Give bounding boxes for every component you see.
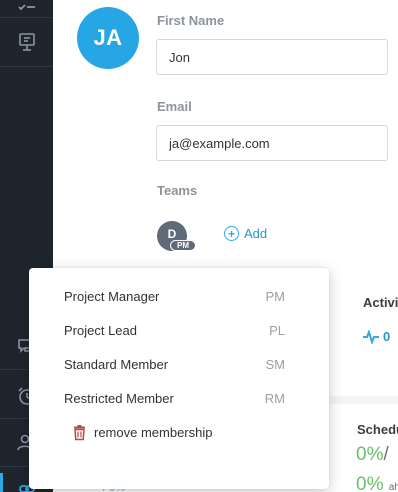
remove-membership-label: remove membership — [94, 425, 213, 440]
menu-item-label: Restricted Member — [64, 390, 174, 406]
activity-title: Activi — [363, 295, 398, 310]
avatar: JA — [77, 7, 139, 69]
schedule-percent-2: 0% ah — [356, 474, 398, 492]
pulse-icon — [363, 329, 379, 344]
menu-item-label: Standard Member — [64, 356, 169, 372]
first-name-field[interactable] — [156, 39, 388, 75]
schedule-slash: / — [383, 444, 389, 465]
remove-membership-button[interactable]: remove membership — [71, 424, 213, 441]
trash-icon — [74, 425, 85, 441]
menu-item-abbr: RM — [264, 390, 285, 406]
add-team-button[interactable]: + Add — [224, 226, 267, 241]
add-team-label: Add — [244, 226, 268, 241]
email-label: Email — [157, 99, 192, 114]
team-role-badge[interactable]: PM — [170, 240, 196, 251]
menu-item-restricted-member[interactable]: Restricted Member RM — [29, 381, 329, 415]
teams-label: Teams — [157, 183, 198, 198]
menu-item-abbr: PL — [269, 322, 285, 338]
menu-item-label: Project Manager — [64, 288, 160, 304]
activity-count: 0 — [383, 329, 391, 344]
activity-value: 0 — [362, 329, 390, 344]
schedule-percent-value: 0% — [356, 444, 384, 465]
role-menu: Project Manager PM Project Lead PL Stand… — [29, 268, 329, 489]
menu-item-project-lead[interactable]: Project Lead PL — [29, 313, 329, 347]
email-field[interactable] — [156, 125, 388, 161]
schedule-percent-2-value: 0% — [356, 474, 384, 492]
menu-item-project-manager[interactable]: Project Manager PM — [29, 279, 329, 313]
schedule-small-text: ah — [388, 482, 398, 492]
checklist-icon[interactable] — [0, 0, 53, 24]
first-name-label: First Name — [157, 13, 225, 28]
plus-circle-icon: + — [224, 226, 239, 241]
presentation-icon[interactable] — [0, 22, 53, 62]
menu-item-abbr: PM — [265, 288, 286, 304]
menu-item-standard-member[interactable]: Standard Member SM — [29, 347, 329, 381]
menu-item-abbr: SM — [265, 356, 286, 372]
schedule-percent: 0%/ — [356, 444, 389, 466]
menu-item-label: Project Lead — [64, 322, 137, 338]
schedule-title: Schedu — [357, 422, 398, 437]
